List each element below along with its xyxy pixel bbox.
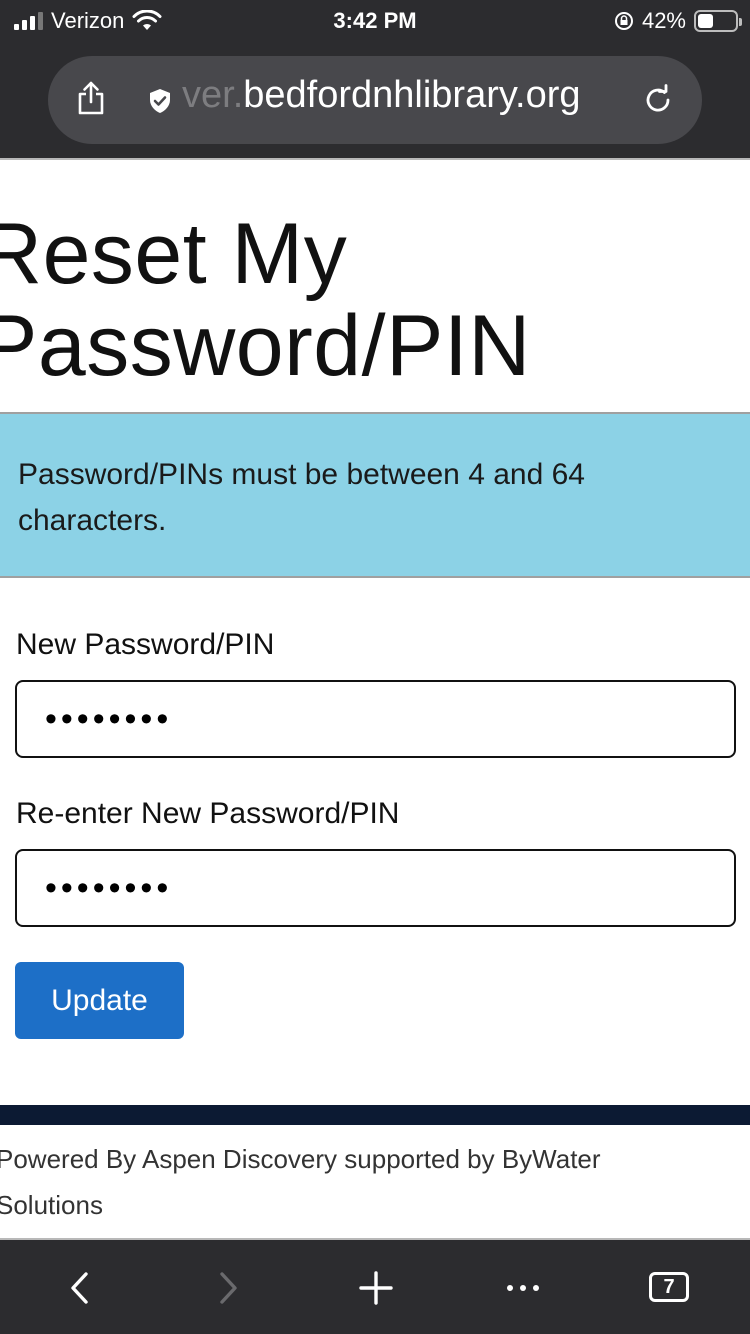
update-button[interactable]: Update — [15, 962, 184, 1039]
url-domain: bedfordnhlibrary.org — [243, 74, 581, 116]
footer-divider — [0, 1105, 750, 1125]
info-alert: Password/PINs must be between 4 and 64 c… — [0, 412, 750, 578]
forward-icon[interactable] — [208, 1268, 248, 1308]
tabs-icon[interactable]: 7 — [649, 1272, 689, 1302]
page-title: Reset My Password/PIN — [0, 206, 531, 394]
rotation-lock-icon — [614, 12, 633, 30]
back-icon[interactable] — [60, 1268, 100, 1308]
url-text[interactable]: ver.bedfordnhlibrary.org — [182, 74, 581, 117]
battery-fill — [698, 14, 714, 28]
more-icon[interactable] — [503, 1268, 543, 1308]
reenter-password-input[interactable]: •••••••• — [15, 849, 736, 927]
battery-icon — [694, 10, 742, 32]
new-password-input[interactable]: •••••••• — [15, 680, 736, 758]
browser-top-chrome: Verizon 3:42 PM 42% ver.bedfordnhlibrary… — [0, 0, 750, 160]
shield-icon — [150, 89, 170, 113]
browser-bottom-toolbar: 7 — [0, 1238, 750, 1334]
new-password-label: New Password/PIN — [16, 628, 275, 661]
address-bar[interactable]: ver.bedfordnhlibrary.org — [48, 56, 702, 144]
footer-text: Powered By Aspen Discovery supported by … — [0, 1144, 601, 1220]
url-faded-part: ver. — [182, 74, 244, 116]
share-icon[interactable] — [76, 80, 106, 116]
reload-icon[interactable] — [642, 84, 674, 116]
reenter-password-label: Re-enter New Password/PIN — [16, 797, 400, 830]
new-tab-icon[interactable] — [356, 1268, 396, 1308]
status-bar: Verizon 3:42 PM 42% — [0, 0, 750, 44]
status-right: 42% — [614, 8, 742, 34]
battery-percent: 42% — [641, 8, 686, 33]
